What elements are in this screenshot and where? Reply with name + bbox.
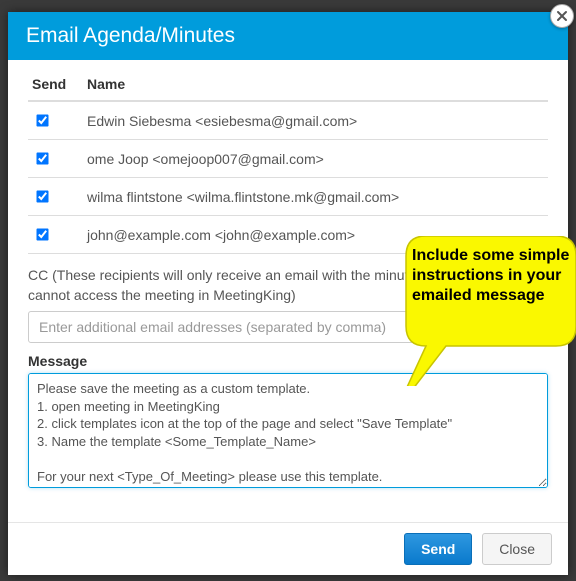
recipient-checkbox[interactable] — [36, 114, 48, 126]
recipient-checkbox[interactable] — [36, 152, 48, 164]
modal-body: Send Name Edwin Siebesma <esiebesma@gmai… — [8, 60, 568, 522]
message-textarea[interactable] — [28, 373, 548, 488]
recipient-checkbox[interactable] — [36, 228, 48, 240]
column-header-name: Name — [83, 70, 548, 101]
cc-description: CC (These recipients will only receive a… — [28, 266, 548, 305]
modal-title: Email Agenda/Minutes — [26, 24, 235, 47]
modal-footer: Send Close — [8, 522, 568, 575]
recipient-checkbox[interactable] — [36, 190, 48, 202]
close-icon — [556, 10, 568, 22]
email-agenda-modal: Email Agenda/Minutes Send Name Edwin Sie… — [8, 12, 568, 575]
recipient-name: wilma flintstone <wilma.flintstone.mk@gm… — [83, 178, 548, 216]
recipient-name: john@example.com <john@example.com> — [83, 216, 548, 254]
send-button[interactable]: Send — [404, 533, 472, 565]
modal-header: Email Agenda/Minutes — [8, 12, 568, 60]
message-label: Message — [28, 353, 548, 369]
modal-close-button[interactable] — [550, 4, 574, 28]
table-row: Edwin Siebesma <esiebesma@gmail.com> — [28, 101, 548, 140]
recipient-name: Edwin Siebesma <esiebesma@gmail.com> — [83, 101, 548, 140]
cc-input[interactable] — [28, 311, 548, 343]
close-button[interactable]: Close — [482, 533, 552, 565]
recipient-name: ome Joop <omejoop007@gmail.com> — [83, 140, 548, 178]
table-row: john@example.com <john@example.com> — [28, 216, 548, 254]
table-row: ome Joop <omejoop007@gmail.com> — [28, 140, 548, 178]
table-row: wilma flintstone <wilma.flintstone.mk@gm… — [28, 178, 548, 216]
column-header-send: Send — [28, 70, 83, 101]
recipients-table: Send Name Edwin Siebesma <esiebesma@gmai… — [28, 70, 548, 254]
